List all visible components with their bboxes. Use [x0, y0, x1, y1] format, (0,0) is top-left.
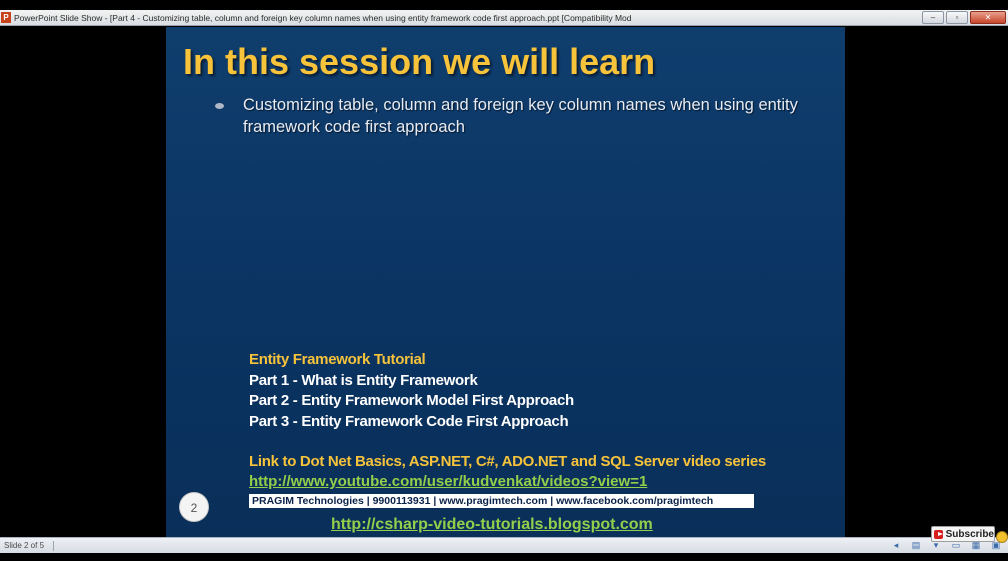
status-divider — [53, 541, 54, 551]
youtube-link[interactable]: http://www.youtube.com/user/kudvenkat/vi… — [249, 473, 647, 490]
slide-canvas[interactable]: In this session we will learn Customizin… — [166, 27, 845, 537]
tutorial-part: Part 2 - Entity Framework Model First Ap… — [249, 392, 574, 409]
window-titlebar: P PowerPoint Slide Show - [Part 4 - Cust… — [0, 10, 1008, 26]
close-button[interactable]: ✕ — [970, 11, 1006, 24]
tutorial-list: Entity Framework Tutorial Part 1 - What … — [249, 350, 809, 432]
notes-icon[interactable]: ▤ — [910, 540, 922, 550]
minimize-button[interactable]: – — [922, 11, 944, 24]
blog-link[interactable]: http://csharp-video-tutorials.blogspot.c… — [331, 516, 653, 534]
notification-icon — [996, 531, 1008, 543]
subscribe-label: Subscribe — [945, 528, 994, 540]
window-controls: – ▫ ✕ — [922, 11, 1006, 24]
tutorial-part: Part 1 - What is Entity Framework — [249, 371, 478, 389]
video-series-heading: Link to Dot Net Basics, ASP.NET, C#, ADO… — [249, 453, 766, 470]
tutorial-part: Part 3 - Entity Framework Code First App… — [249, 412, 569, 430]
restore-button[interactable]: ▫ — [946, 11, 968, 24]
tutorial-heading: Entity Framework Tutorial — [249, 351, 426, 368]
arrow-left-icon[interactable]: ◂ — [890, 540, 902, 550]
pragim-contact-bar: PRAGIM Technologies | 9900113931 | www.p… — [249, 494, 754, 508]
powerpoint-icon: P — [1, 12, 11, 23]
slide-indicator: Slide 2 of 5 — [4, 541, 45, 550]
slide-number-badge: 2 — [179, 492, 209, 522]
window-title: PowerPoint Slide Show - [Part 4 - Custom… — [14, 13, 632, 23]
youtube-icon — [934, 529, 943, 539]
slide-title: In this session we will learn — [183, 41, 656, 82]
bullet-text: Customizing table, column and foreign ke… — [243, 96, 798, 136]
status-bar: Slide 2 of 5 ◂ ▤ ▾ ▭ ▦ ▣ — [0, 537, 1008, 553]
subscribe-button[interactable]: Subscribe — [931, 526, 995, 542]
bullet-icon — [215, 103, 224, 109]
